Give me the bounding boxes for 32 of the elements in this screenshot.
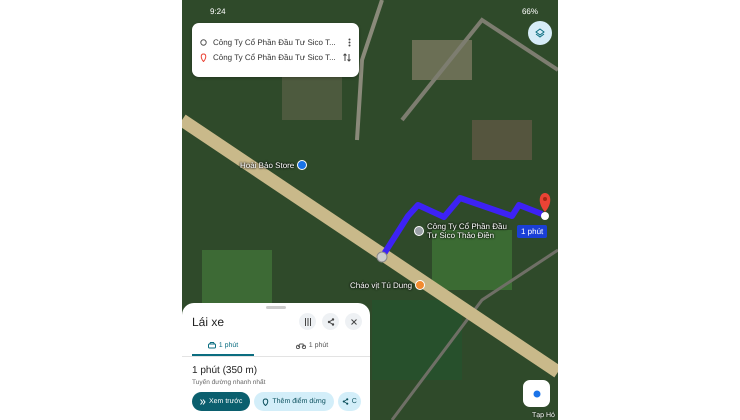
close-button[interactable]: [345, 313, 362, 330]
sheet-title: Lái xe: [192, 314, 226, 328]
add-pin-icon: [262, 398, 270, 406]
my-location-button[interactable]: [523, 380, 550, 407]
swap-icon[interactable]: [343, 53, 351, 62]
share-icon: [326, 318, 334, 326]
building-patch: [412, 40, 472, 80]
share-icon: [342, 398, 349, 405]
motorbike-icon: [296, 342, 306, 348]
place-label: Hoài Bảo Store: [240, 160, 294, 170]
drag-handle[interactable]: [266, 306, 286, 309]
location-dot-icon: [532, 390, 540, 398]
eta-badge: 1 phút: [517, 225, 548, 238]
place-label: Cháo vịt Tú Dung: [350, 280, 412, 290]
route-duration: 1 phút (350 m): [191, 364, 258, 376]
layers-icon: [535, 28, 545, 38]
options-button[interactable]: [299, 313, 316, 330]
battery-level: 66%: [522, 6, 538, 16]
building-patch: [472, 120, 532, 160]
share-button[interactable]: [322, 313, 339, 330]
place-label: Công Ty Cổ Phần Đầu Tư Sico Thảo Điền: [427, 222, 508, 240]
car-icon: [208, 342, 216, 348]
origin-field[interactable]: Công Ty Cổ Phần Đầu Tư Sico T...: [213, 38, 342, 47]
more-icon[interactable]: [348, 38, 351, 47]
sliders-icon: [304, 318, 312, 326]
pin-icon: [200, 53, 207, 62]
chevrons-icon: [200, 398, 206, 404]
destination-field[interactable]: Công Ty Cổ Phần Đầu Tư Sico T...: [213, 53, 337, 62]
close-icon: [350, 318, 356, 324]
status-time: 9:24: [210, 6, 226, 16]
origin-circle-icon: [200, 39, 207, 46]
destination-pin-icon: [540, 193, 550, 220]
